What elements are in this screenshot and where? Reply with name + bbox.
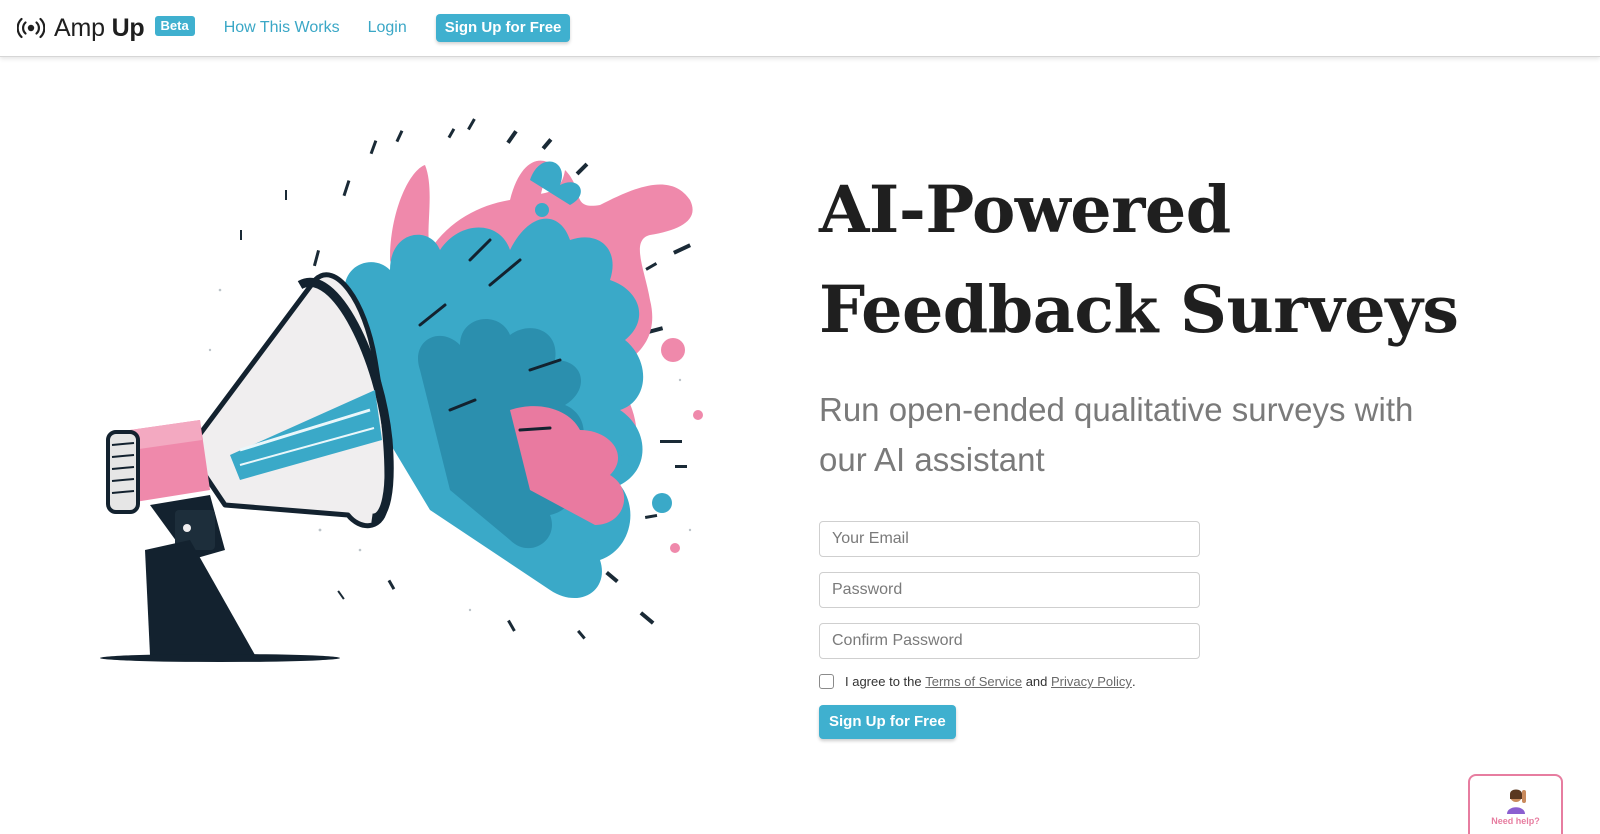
top-navbar: Amp Up Beta How This Works Login Sign Up… — [0, 0, 1600, 57]
terms-of-service-link[interactable]: Terms of Service — [925, 674, 1022, 689]
headline-line-2: Feedback Surveys — [819, 272, 1459, 348]
page-headline: AI-Powered Feedback Surveys — [819, 160, 1519, 360]
beta-badge: Beta — [154, 16, 195, 36]
agree-prefix: I agree to the — [845, 674, 922, 689]
headline-line-1: AI-Powered — [819, 172, 1231, 248]
nav-how-this-works[interactable]: How This Works — [224, 19, 340, 37]
email-field[interactable] — [819, 521, 1200, 557]
nav-signup-button[interactable]: Sign Up for Free — [435, 14, 571, 42]
confirm-password-field[interactable] — [819, 623, 1200, 659]
privacy-policy-link[interactable]: Privacy Policy — [1051, 674, 1132, 689]
password-field[interactable] — [819, 572, 1200, 608]
signup-form: I agree to the Terms of Service and Priv… — [819, 521, 1200, 739]
help-widget[interactable]: Need help? — [1468, 774, 1563, 834]
agree-suffix: . — [1131, 674, 1136, 689]
person-raising-hand-icon — [1506, 789, 1526, 814]
broadcast-icon — [17, 17, 45, 39]
megaphone-illustration — [100, 118, 703, 662]
page-subhead: Run open-ended qualitative surveys with … — [819, 391, 1414, 478]
signup-submit-button[interactable]: Sign Up for Free — [819, 705, 956, 739]
terms-checkbox[interactable] — [819, 674, 834, 689]
agree-middle: and — [1025, 674, 1048, 689]
nav-login[interactable]: Login — [368, 19, 407, 37]
brand[interactable]: Amp Up Beta — [17, 14, 195, 43]
help-label: Need help? — [1491, 816, 1540, 826]
terms-agreement: I agree to the Terms of Service and Priv… — [819, 674, 1200, 689]
brand-name: Amp Up — [54, 13, 145, 42]
